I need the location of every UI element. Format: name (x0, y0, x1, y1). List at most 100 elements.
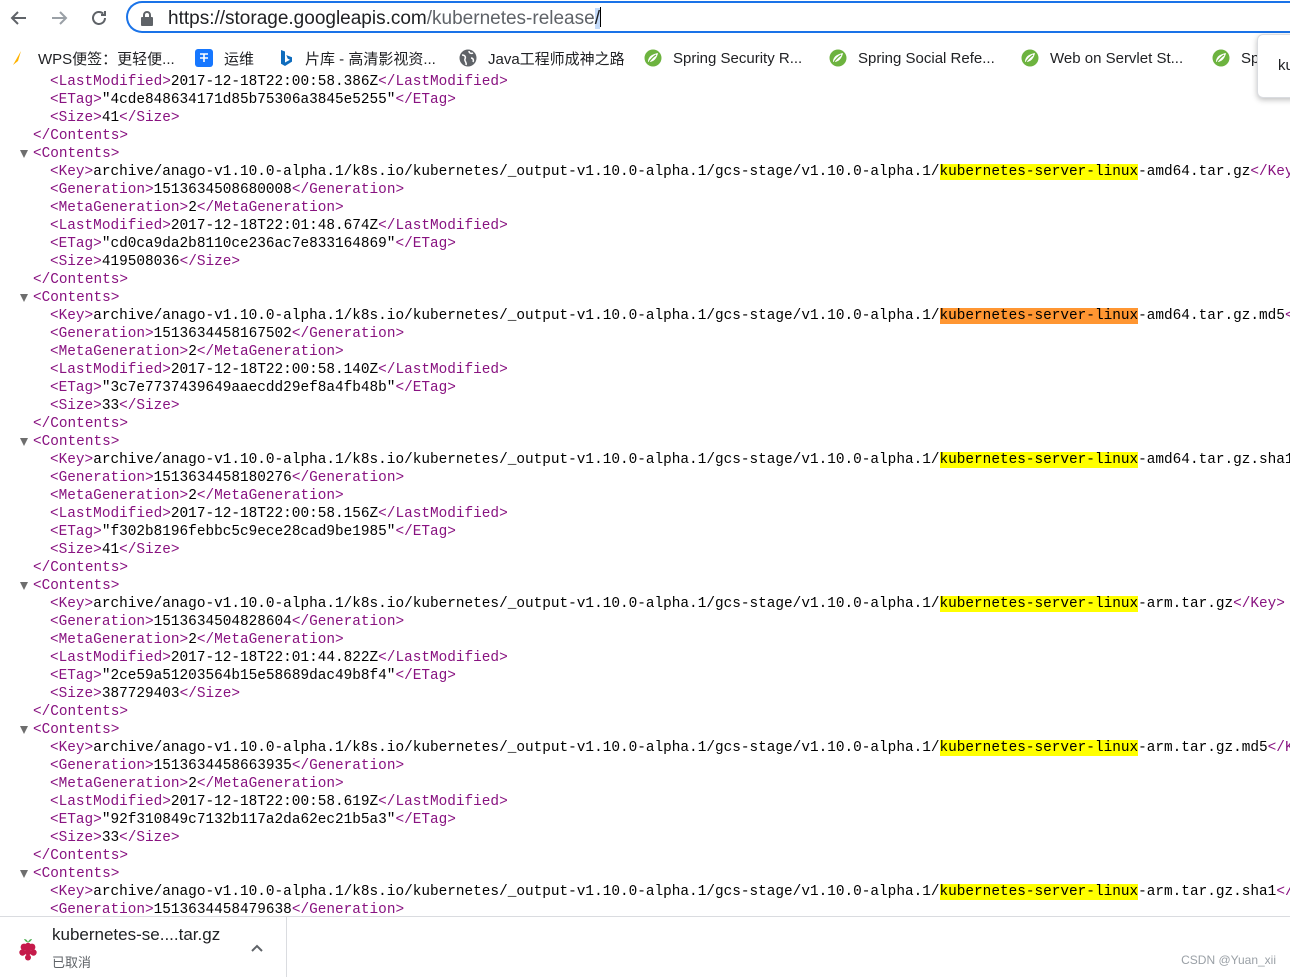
bookmarks-bar: WPS便签：更轻便... 运维 片库 - 高清影视资... Java工程师成神之… (0, 42, 1290, 74)
xml-line: <Generation>1513634508680008</Generation… (50, 181, 404, 199)
xml-text: "4cde848634171d85b75306a3845e5255" (101, 92, 396, 108)
xml-line: </Contents> (33, 271, 128, 289)
xml-text: 2017-12-18T22:00:58.156Z (170, 506, 379, 522)
xml-line: <Contents> (33, 433, 119, 451)
collapse-toggle-icon[interactable] (20, 150, 28, 158)
xml-tag: <ETag> (50, 236, 102, 252)
bookmark-label: 片库 - 高清影视资... (305, 50, 436, 68)
xml-tag: <Generation> (50, 326, 154, 342)
xml-tag: <Contents> (33, 578, 120, 594)
xml-tag: </LastModified> (378, 650, 508, 666)
xml-tag: <Size> (50, 110, 102, 126)
collapse-toggle-icon[interactable] (20, 294, 28, 302)
xml-text: 2 (188, 200, 197, 216)
xml-line: <Contents> (33, 145, 119, 163)
xml-line: </Contents> (33, 415, 128, 433)
bookmark-spring-security[interactable]: Spring Security R... (644, 46, 802, 70)
reload-button[interactable] (84, 4, 114, 32)
xml-text: -arm.tar.gz (1138, 596, 1234, 612)
download-item[interactable]: kubernetes-se....tar.gz 已取消 (0, 917, 287, 977)
bookmark-label: 运维 (224, 50, 255, 68)
forward-button[interactable] (44, 4, 74, 32)
xml-text: -amd64.tar.gz (1138, 164, 1251, 180)
xml-tag: </Key> (1250, 164, 1290, 180)
xml-tag: <Generation> (50, 182, 154, 198)
search-match: kubernetes-server-linux (939, 596, 1139, 612)
bookmark-yunwei[interactable]: 运维 (195, 46, 254, 70)
active-search-match: kubernetes-server-linux (939, 308, 1139, 324)
bookmark-pianku[interactable]: 片库 - 高清影视资... (277, 46, 436, 70)
xml-tag: <LastModified> (50, 218, 171, 234)
xml-tag: <ETag> (50, 812, 102, 828)
xml-text: archive/anago-v1.10.0-alpha.1/k8s.io/kub… (93, 308, 940, 324)
xml-text: "cd0ca9da2b8110ce236ac7e833164869" (101, 236, 396, 252)
xml-text: 2017-12-18T22:00:58.386Z (170, 74, 379, 90)
bookmark-java[interactable]: Java工程师成神之路 (459, 46, 625, 70)
xml-tag: <LastModified> (50, 362, 171, 378)
collapse-toggle-icon[interactable] (20, 726, 28, 734)
collapse-toggle-icon[interactable] (20, 582, 28, 590)
xml-line: <ETag>"f302b8196febbc5c9ece28cad9be1985"… (50, 523, 456, 541)
translate-icon (195, 49, 213, 67)
xml-text: -arm.tar.gz.md5 (1138, 740, 1268, 756)
xml-tag: <Contents> (33, 722, 120, 738)
xml-line: <Contents> (33, 865, 119, 883)
xml-text: 1513634504828604 (153, 614, 292, 630)
raspberry-icon (19, 939, 37, 961)
download-status: 已取消 (52, 955, 92, 970)
xml-tag: <Contents> (33, 290, 120, 306)
xml-tag: <LastModified> (50, 74, 171, 90)
xml-text: 1513634458180276 (153, 470, 292, 486)
collapse-toggle-icon[interactable] (20, 870, 28, 878)
xml-tag: <MetaGeneration> (50, 200, 189, 216)
xml-line: <Key>archive/anago-v1.10.0-alpha.1/k8s.i… (50, 163, 1290, 181)
xml-tag: <MetaGeneration> (50, 776, 189, 792)
bookmark-label: WPS便签：更轻便... (38, 50, 175, 68)
text-caret (599, 7, 601, 27)
download-bar: kubernetes-se....tar.gz 已取消 CSDN @Yuan_x… (0, 916, 1290, 977)
xml-line: <ETag>"4cde848634171d85b75306a3845e5255"… (50, 91, 456, 109)
xml-tag: <Size> (50, 542, 102, 558)
xml-line: <Generation>1513634458479638</Generation… (50, 901, 404, 914)
url-path: /kubernetes-release (426, 8, 595, 29)
xml-line: <ETag>"3c7e7737439649aaecdd29ef8a4fb48b"… (50, 379, 456, 397)
xml-line: <ETag>"2ce59a51203564b15e58689dac49b8f4"… (50, 667, 456, 685)
xml-line: </Contents> (33, 559, 128, 577)
xml-tag: <Key> (50, 740, 94, 756)
xml-tag: </LastModified> (378, 74, 508, 90)
xml-tag: </Contents> (33, 416, 128, 432)
bookmark-label: Web on Servlet St... (1050, 49, 1184, 67)
xml-text: 2 (188, 632, 197, 648)
bookmark-spring-social[interactable]: Spring Social Refe... (829, 46, 995, 70)
xml-text: archive/anago-v1.10.0-alpha.1/k8s.io/kub… (93, 884, 940, 900)
address-bar[interactable]: https://storage.googleapis.com/kubernete… (126, 1, 1290, 33)
xml-line: <MetaGeneration>2</MetaGeneration> (50, 199, 344, 217)
xml-tag: <Generation> (50, 902, 154, 914)
xml-line: <LastModified>2017-12-18T22:00:58.156Z</… (50, 505, 508, 523)
chevron-up-icon[interactable] (248, 939, 266, 957)
xml-tag: <Generation> (50, 614, 154, 630)
xml-line: <Generation>1513634458180276</Generation… (50, 469, 404, 487)
collapse-toggle-icon[interactable] (20, 438, 28, 446)
xml-line: <Size>41</Size> (50, 541, 180, 559)
xml-tag: </ETag> (395, 524, 456, 540)
bookmark-wps[interactable]: WPS便签：更轻便... (10, 46, 175, 70)
xml-tag: </MetaGeneration> (196, 344, 344, 360)
xml-tag: <ETag> (50, 92, 102, 108)
xml-tag: </Key> (1284, 308, 1290, 324)
xml-tag: </Contents> (33, 560, 128, 576)
xml-text: 2 (188, 344, 197, 360)
xml-line: </Contents> (33, 847, 128, 865)
xml-tag: </Contents> (33, 704, 128, 720)
bookmark-web-servlet[interactable]: Web on Servlet St... (1021, 46, 1183, 70)
bookmark-label: Spring Security R... (673, 49, 803, 67)
bookmark-spring-overflow[interactable]: Sp (1212, 46, 1259, 70)
xml-tag: </LastModified> (378, 362, 508, 378)
address-url[interactable]: https://storage.googleapis.com/kubernete… (168, 7, 601, 30)
forward-icon (52, 11, 68, 25)
xml-text: 1513634458663935 (153, 758, 292, 774)
xml-tag: <MetaGeneration> (50, 344, 189, 360)
xml-tag: <LastModified> (50, 794, 171, 810)
xml-text: 33 (101, 398, 120, 414)
back-button[interactable] (4, 4, 34, 32)
